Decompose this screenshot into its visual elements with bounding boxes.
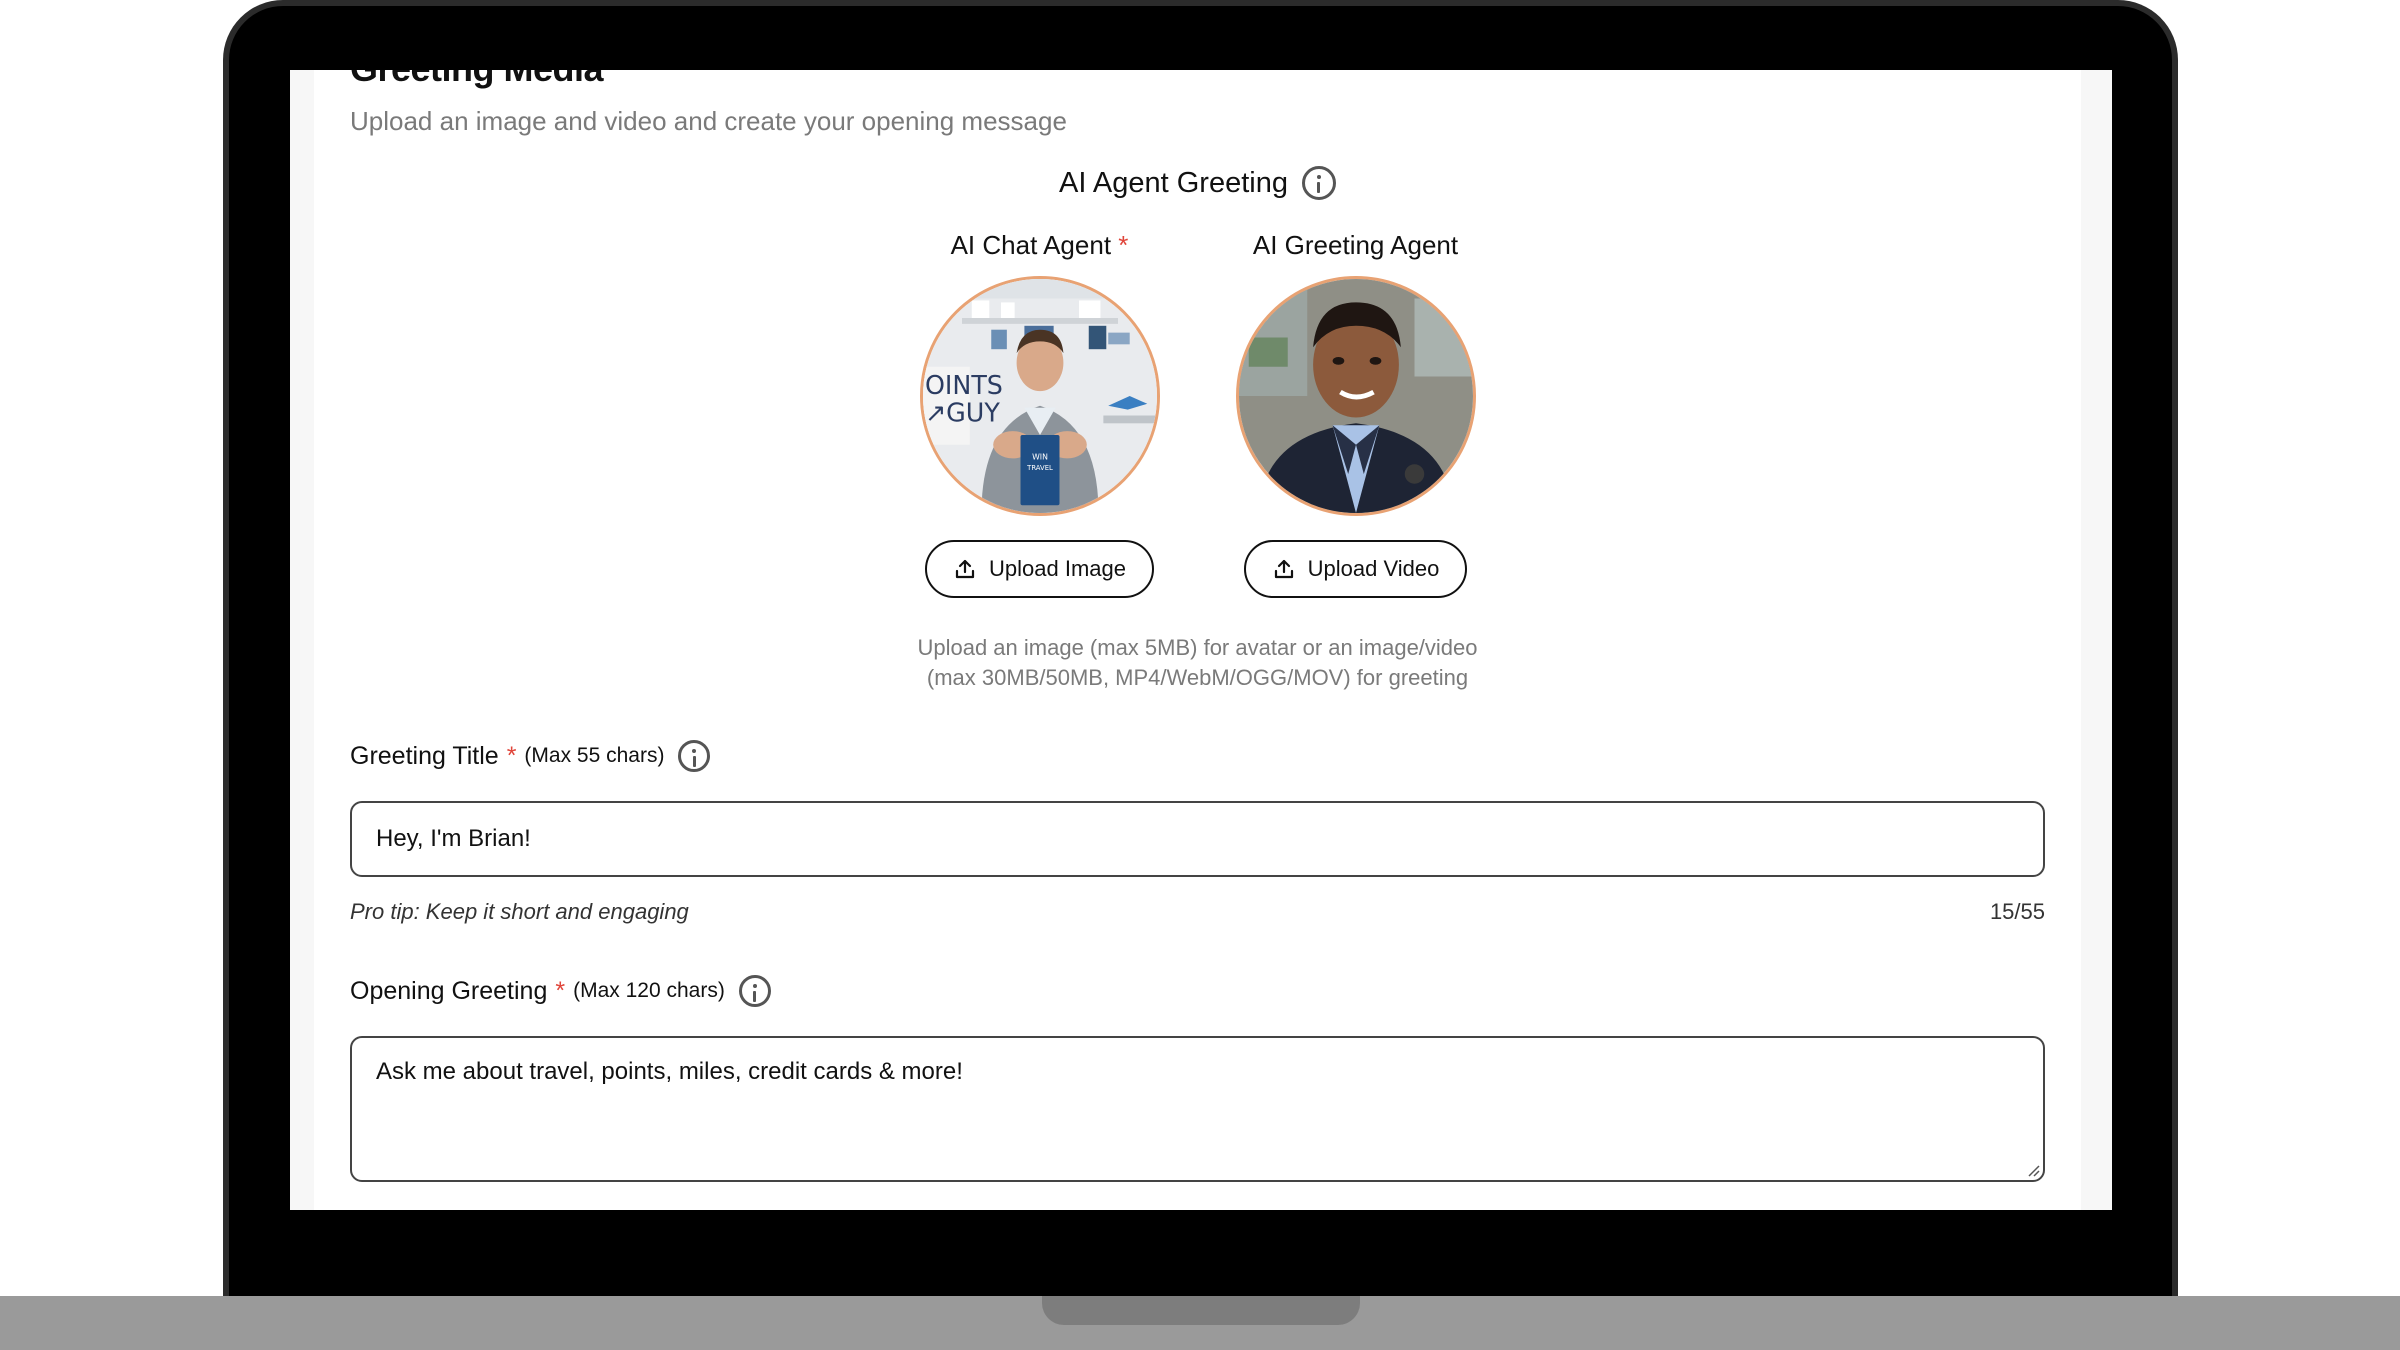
svg-text:↗GUY: ↗GUY [924, 397, 999, 427]
greeting-agent-label-text: AI Greeting Agent [1252, 230, 1459, 260]
upload-hint-line-1: Upload an image (max 5MB) for avatar or … [917, 635, 1478, 660]
opening-greeting-label: Opening Greeting * (Max 120 chars) [350, 975, 771, 1007]
required-mark: * [555, 976, 566, 1005]
section-title: Greeting Media [350, 70, 604, 90]
opening-greeting-label-text: Opening Greeting [350, 976, 548, 1005]
greeting-agent-avatar[interactable] [1235, 276, 1476, 516]
agent-greeting-title: AI Agent Greeting [1059, 166, 1288, 199]
agents-row: AI Chat Agent * WIN TRAVEL OINTS ↗GUY Up… [350, 230, 2045, 598]
greeting-agent-column: AI Greeting Agent Upload Video [1222, 230, 1490, 598]
opening-greeting-value: Ask me about travel, points, miles, cred… [376, 1058, 963, 1085]
upload-video-label: Upload Video [1307, 556, 1440, 581]
greeting-title-label-text: Greeting Title [350, 741, 499, 770]
info-icon[interactable] [678, 740, 711, 772]
greeting-title-input[interactable]: Hey, I'm Brian! [350, 801, 2045, 877]
agent-greeting-heading: AI Agent Greeting [350, 166, 2045, 200]
resize-handle-icon[interactable] [2026, 1163, 2040, 1177]
upload-icon [1274, 559, 1293, 579]
svg-text:TRAVEL: TRAVEL [1026, 464, 1053, 472]
upload-image-label: Upload Image [989, 556, 1126, 581]
chat-agent-column: AI Chat Agent * WIN TRAVEL OINTS ↗GUY Up… [906, 230, 1174, 598]
required-mark: * [1118, 230, 1129, 260]
info-icon[interactable] [1301, 166, 1336, 200]
greeting-media-card: Greeting Media Upload an image and video… [314, 70, 2081, 1210]
upload-icon [955, 559, 975, 579]
greeting-title-label: Greeting Title * (Max 55 chars) [350, 740, 711, 772]
laptop-notch [1042, 1296, 1360, 1325]
chat-agent-photo: WIN TRAVEL OINTS ↗GUY [922, 279, 1157, 513]
required-mark: * [506, 741, 517, 770]
upload-video-button[interactable]: Upload Video [1243, 540, 1468, 598]
laptop-screen: Greeting Media Upload an image and video… [290, 70, 2112, 1210]
chat-agent-label-text: AI Chat Agent [950, 230, 1112, 260]
opening-greeting-textarea[interactable]: Ask me about travel, points, miles, cred… [350, 1036, 2045, 1182]
svg-text:WIN: WIN [1032, 452, 1048, 461]
chat-agent-avatar[interactable]: WIN TRAVEL OINTS ↗GUY [919, 276, 1160, 516]
chat-agent-label: AI Chat Agent * [951, 230, 1129, 264]
greeting-agent-label: AI Greeting Agent [1253, 230, 1458, 264]
opening-greeting-max: (Max 120 chars) [573, 979, 725, 1002]
pro-tip: Pro tip: Keep it short and engaging [350, 899, 689, 924]
upload-hint: Upload an image (max 5MB) for avatar or … [350, 633, 2045, 693]
svg-text:OINTS: OINTS [924, 370, 1002, 400]
char-counter: 15/55 [1989, 899, 2045, 924]
greeting-title-value: Hey, I'm Brian! [376, 825, 531, 852]
info-icon[interactable] [738, 975, 771, 1007]
greeting-agent-photo [1238, 279, 1473, 513]
greeting-title-max: (Max 55 chars) [524, 744, 665, 767]
card-content: Greeting Media Upload an image and video… [350, 70, 2045, 1210]
upload-image-button[interactable]: Upload Image [925, 540, 1154, 598]
section-subtitle: Upload an image and video and create you… [350, 106, 1067, 136]
upload-hint-line-2: (max 30MB/50MB, MP4/WebM/OGG/MOV) for gr… [926, 665, 1469, 690]
